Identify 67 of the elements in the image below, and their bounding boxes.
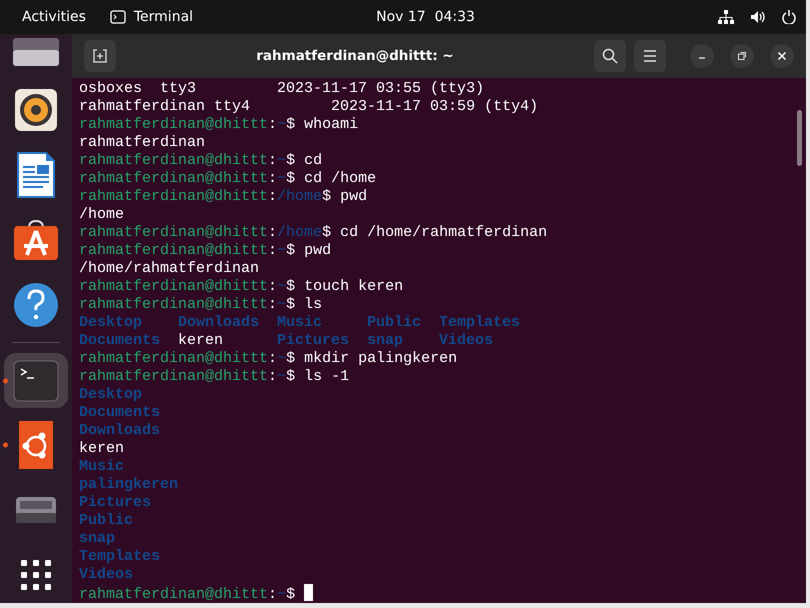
file-name: keren — [178, 332, 224, 350]
prompt-line: rahmatferdinan@dhittt:/home$ cd /home/rahmatferdinan — [79, 224, 548, 241]
directory-name: Templates — [439, 314, 520, 332]
directory-name: Videos — [79, 566, 134, 584]
clock[interactable]: Nov 17 04:33 — [193, 6, 718, 28]
directory-name: Documents — [79, 332, 162, 350]
scrollbar[interactable] — [797, 110, 802, 166]
ubuntu-icon[interactable] — [19, 421, 53, 470]
prompt-line: rahmatferdinan@dhittt:~$ whoami — [79, 116, 358, 133]
close-button[interactable] — [770, 44, 794, 68]
prompt-line: rahmatferdinan@dhittt:~$ pwd — [79, 242, 332, 259]
directory-name: Downloads — [178, 314, 260, 332]
app-grid-icon[interactable] — [21, 560, 51, 590]
active-app-highlight[interactable] — [4, 353, 68, 408]
menu-button[interactable] — [634, 40, 666, 72]
directory-name: Desktop — [79, 386, 142, 404]
output-line: /home/rahmatferdinan — [79, 260, 260, 277]
speaker-icon[interactable] — [14, 88, 58, 132]
directory-name: Music — [277, 314, 324, 332]
prompt-line: rahmatferdinan@dhittt:~$ cd /home — [79, 170, 376, 187]
volume-icon[interactable] — [750, 10, 766, 24]
new-tab-button[interactable] — [84, 40, 116, 72]
directory-name: Videos — [439, 332, 494, 350]
network-icon[interactable] — [718, 10, 734, 24]
close-icon — [777, 51, 787, 61]
directory-name: snap — [367, 332, 404, 350]
directory-name: Pictures — [277, 332, 350, 350]
output-line: osboxes tty3 2023-11-17 03:55 (tty3) — [79, 80, 484, 97]
menu-icon — [643, 50, 657, 62]
app-thumbnail-icon[interactable] — [13, 38, 59, 66]
output-line: /home — [79, 206, 124, 223]
directory-name: snap — [79, 530, 116, 548]
terminal-icon — [110, 10, 126, 24]
window-title: rahmatferdinan@dhittt: ~ — [255, 46, 455, 66]
power-icon[interactable] — [782, 10, 796, 24]
search-button[interactable] — [594, 40, 626, 72]
directory-name: palingkeren — [79, 476, 178, 494]
drive-icon[interactable] — [16, 495, 56, 526]
help-icon[interactable] — [14, 282, 58, 327]
directory-name: Public — [79, 512, 134, 530]
directory-name: Templates — [79, 548, 160, 566]
document-icon[interactable] — [16, 152, 56, 198]
directory-name: Documents — [79, 404, 160, 422]
prompt-line: rahmatferdinan@dhittt:/home$ pwd — [79, 188, 368, 205]
prompt-line: rahmatferdinan@dhittt:~$ cd — [79, 152, 322, 169]
terminal-icon[interactable] — [13, 360, 59, 402]
app-menu[interactable]: Terminal — [134, 6, 194, 28]
directory-name: Desktop — [79, 314, 144, 332]
restore-icon — [737, 51, 747, 61]
directory-name: Downloads — [79, 422, 160, 440]
output-line: rahmatferdinan — [79, 134, 206, 151]
directory-name: Public — [367, 314, 422, 332]
file-name: keren — [79, 440, 124, 458]
minimize-button[interactable] — [690, 44, 714, 68]
maximize-button[interactable] — [730, 44, 754, 68]
store-icon[interactable] — [14, 220, 58, 260]
prompt-line: rahmatferdinan@dhittt:~$ ls — [79, 296, 322, 313]
new-tab-icon — [93, 49, 107, 63]
output-line: rahmatferdinan tty4 2023-11-17 03:59 (tty4) — [79, 98, 538, 115]
directory-name: Music — [79, 458, 124, 476]
prompt-line: rahmatferdinan@dhittt:~$ — [79, 586, 296, 603]
prompt-line: rahmatferdinan@dhittt:~$ touch keren — [79, 278, 404, 295]
activities-button[interactable]: Activities — [22, 6, 86, 28]
prompt-line: rahmatferdinan@dhittt:~$ mkdir palingkeren — [79, 350, 458, 367]
search-icon — [602, 48, 618, 64]
prompt-line: rahmatferdinan@dhittt:~$ ls -1 — [79, 368, 350, 385]
directory-name: Pictures — [79, 494, 152, 512]
